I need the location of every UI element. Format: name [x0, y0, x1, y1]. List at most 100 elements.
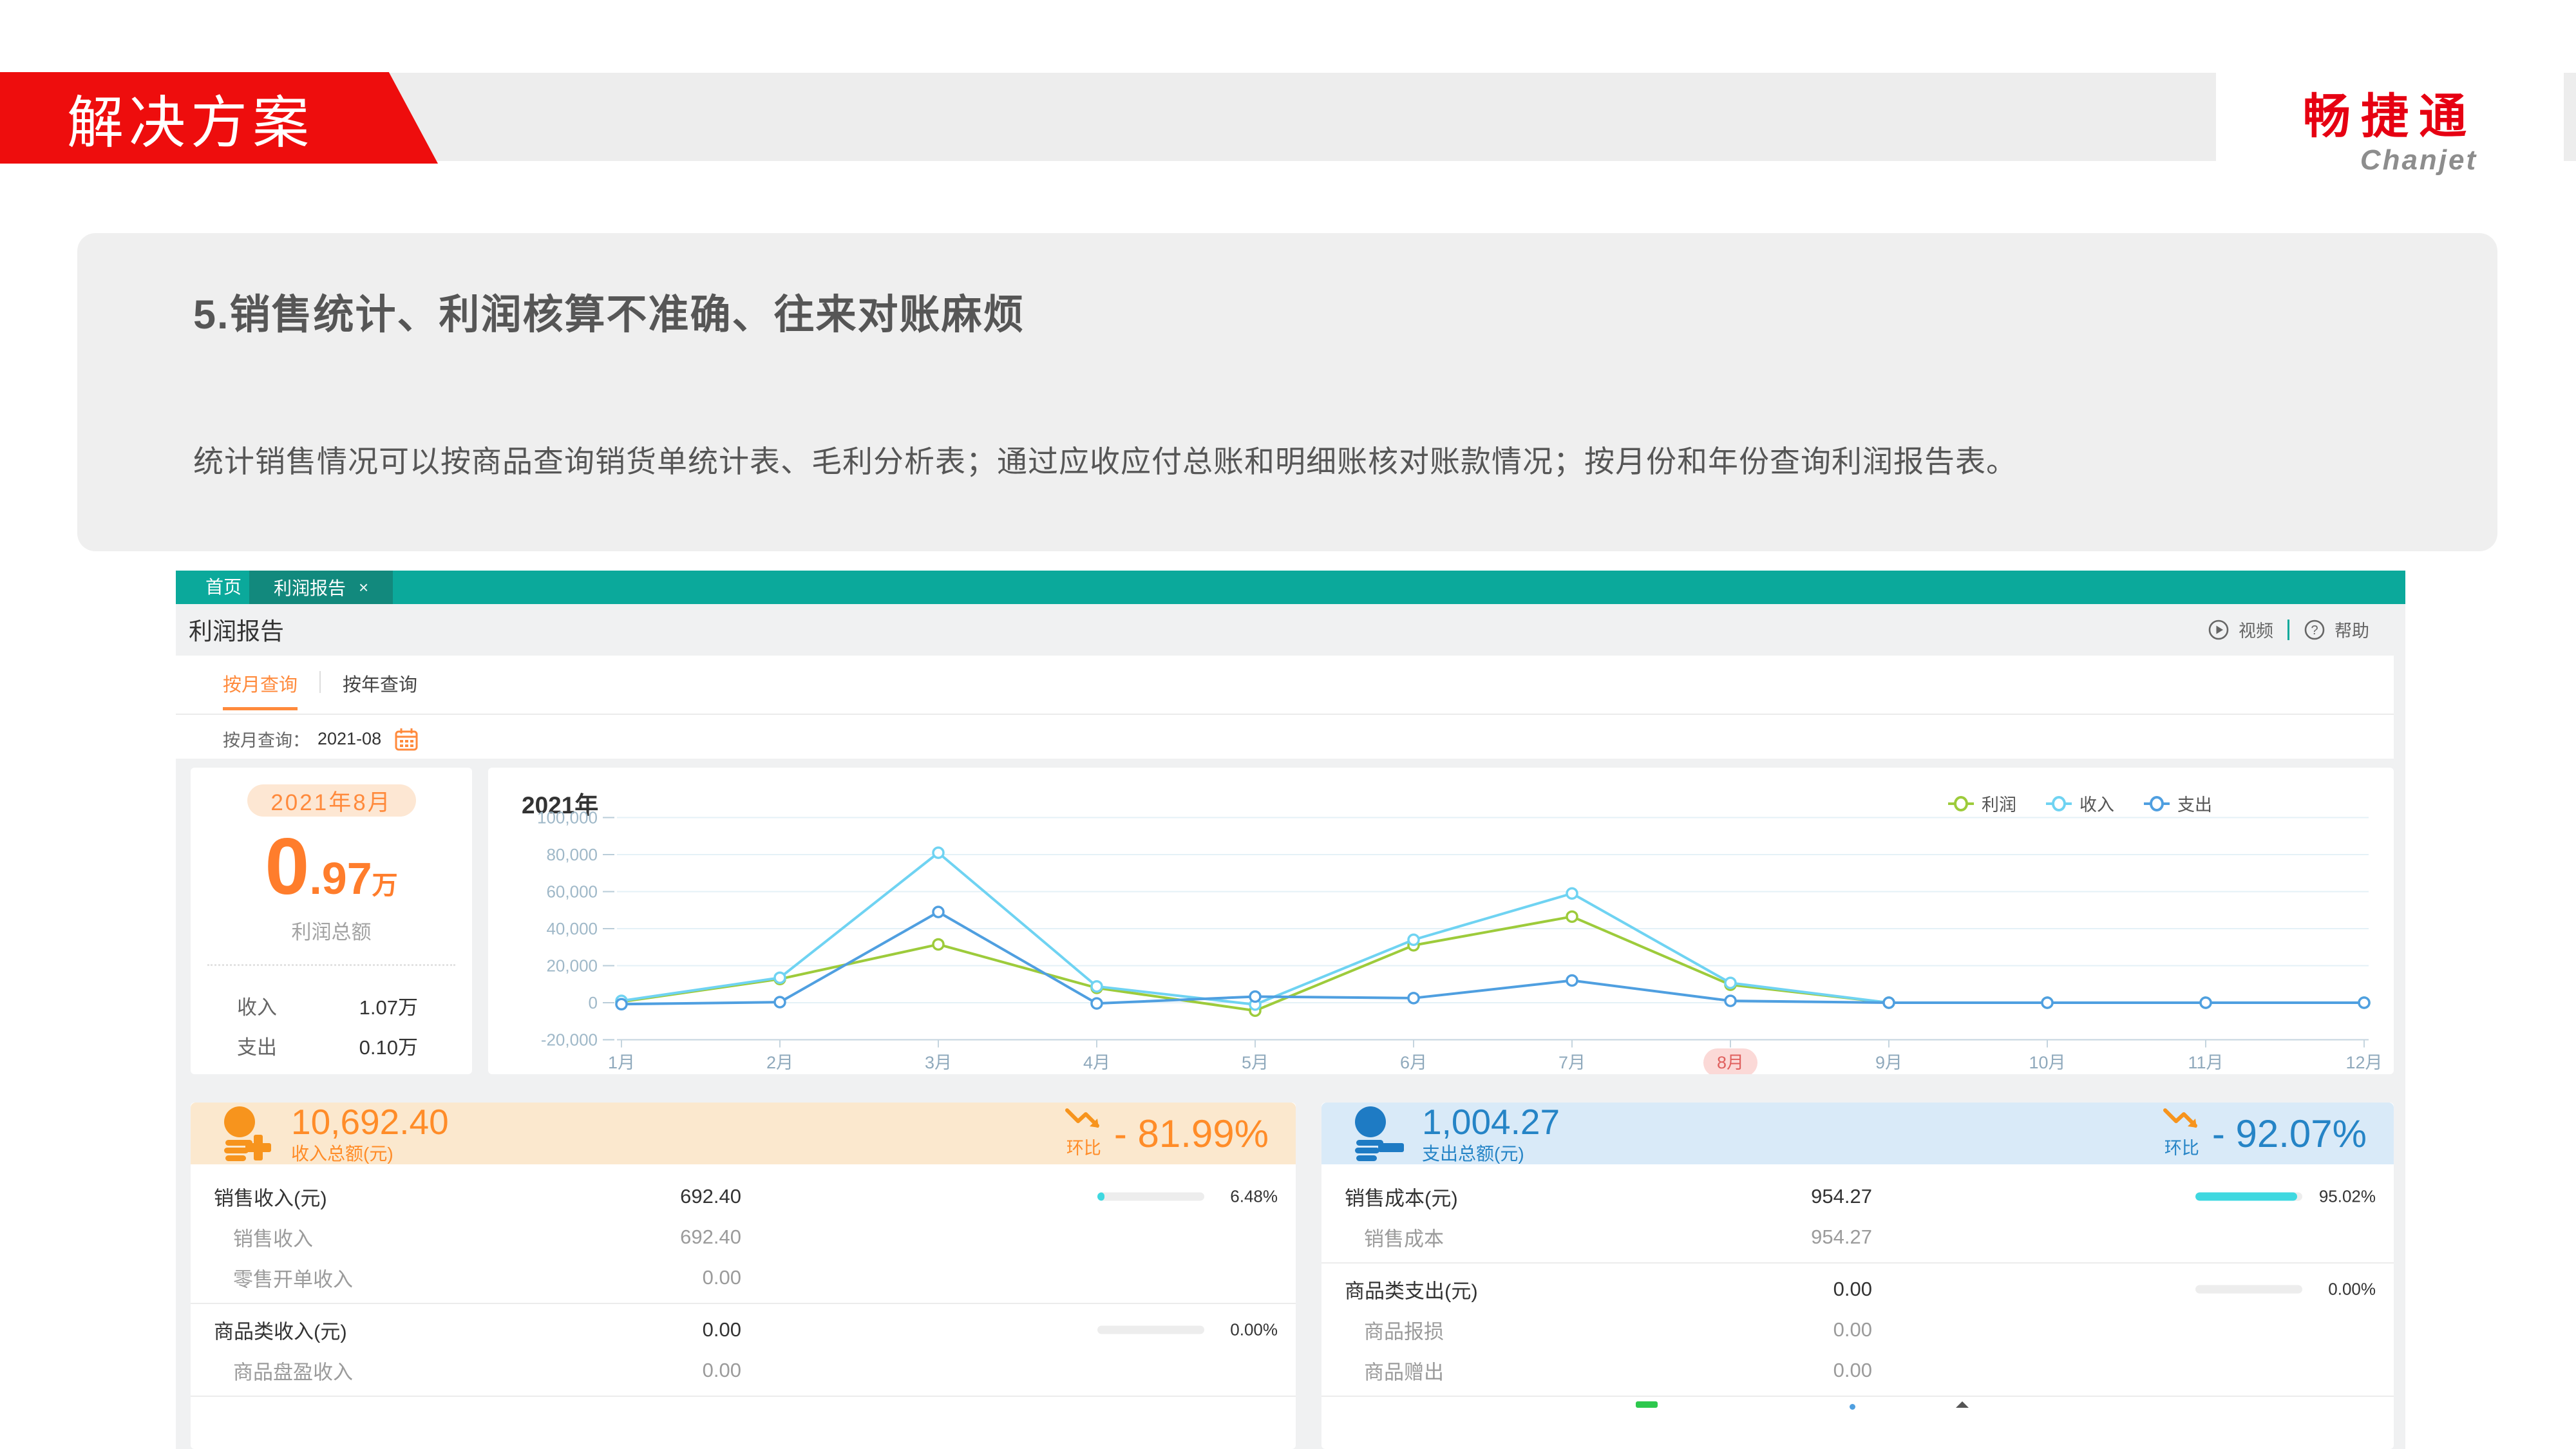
period-badge: 2021年8月	[247, 784, 416, 817]
app-window: 首页 利润报告 × 利润报告 视频 ? 帮助 按月查询 按年查询 按月查询： 2…	[176, 571, 2405, 1449]
expense-mom-value: - 92.07%	[2212, 1112, 2367, 1156]
profit-amount-label: 利润总额	[191, 916, 472, 945]
svg-text:3月: 3月	[925, 1053, 952, 1072]
summary-income-label: 收入	[237, 991, 277, 1020]
income-rows: 销售收入(元)692.406.48%销售收入692.40零售开单收入0.00商品…	[191, 1164, 1296, 1402]
row-label: 商品盘盈收入	[233, 1356, 353, 1385]
row-label: 商品类支出(元)	[1345, 1274, 1478, 1303]
row-value: 0.00	[1734, 1278, 1872, 1301]
row-label: 商品类收入(元)	[214, 1315, 347, 1344]
svg-text:80,000: 80,000	[546, 845, 598, 864]
svg-text:7月: 7月	[1558, 1053, 1586, 1072]
cutoff-green-mark	[1636, 1401, 1658, 1408]
section-banner-label: 解决方案	[67, 77, 314, 159]
row-value: 692.40	[603, 1185, 741, 1208]
row-label: 销售收入(元)	[214, 1182, 327, 1211]
row-label: 销售成本	[1364, 1222, 1444, 1251]
group-divider	[1321, 1262, 2394, 1264]
income-mom-value: - 81.99%	[1114, 1112, 1269, 1156]
cutoff-dark-mark	[1956, 1401, 1969, 1408]
app-tabbar: 首页 利润报告 ×	[176, 571, 2405, 604]
query-strip: 按月查询 按年查询 按月查询： 2021-08	[176, 656, 2394, 759]
toolbar-help-link[interactable]: 帮助	[2334, 617, 2369, 642]
progress-bar	[2195, 1285, 2302, 1293]
svg-text:-20,000: -20,000	[541, 1030, 598, 1050]
svg-text:4月: 4月	[1083, 1053, 1110, 1072]
toolbar: 视频 ? 帮助	[2208, 617, 2369, 642]
summary-income-value: 1.07万	[359, 991, 418, 1020]
page-title: 利润报告	[189, 612, 284, 647]
svg-text:6月: 6月	[1400, 1053, 1427, 1072]
play-circle-icon[interactable]	[2208, 619, 2230, 641]
group-divider	[1321, 1396, 2394, 1397]
toolbar-divider	[2287, 620, 2289, 640]
row-label: 零售开单收入	[233, 1263, 353, 1292]
svg-text:2月: 2月	[766, 1053, 793, 1072]
tab-yearly-query[interactable]: 按年查询	[343, 670, 417, 697]
row-percent: 0.00%	[1209, 1320, 1278, 1340]
profit-amount-unit: 万	[372, 871, 398, 900]
row-value: 0.00	[603, 1318, 741, 1341]
row-value: 692.40	[603, 1226, 741, 1249]
trend-down-icon	[1065, 1108, 1103, 1133]
group-divider	[191, 1396, 1296, 1397]
income-total-label: 收入总额(元)	[291, 1145, 449, 1163]
view-tab-divider	[319, 671, 321, 693]
group-divider	[191, 1303, 1296, 1304]
summary-row-income: 收入 1.07万	[191, 985, 472, 1025]
month-filter-label: 按月查询：	[223, 726, 310, 752]
row-percent: 0.00%	[2307, 1279, 2376, 1299]
intro-box: 5.销售统计、利润核算不准确、往来对账麻烦 统计销售情况可以按商品查询销货单统计…	[77, 233, 2497, 551]
cutoff-blue-mark	[1850, 1404, 1855, 1410]
table-row: 商品类收入(元) 0.00 0.00%	[191, 1309, 1296, 1350]
month-filter-value[interactable]: 2021-08	[317, 729, 381, 749]
month-filter: 按月查询： 2021-08	[223, 726, 419, 752]
income-panel-header: 10,692.40 收入总额(元) 环比 - 81.99%	[191, 1103, 1296, 1164]
svg-text:20,000: 20,000	[546, 956, 598, 976]
nav-tab-profit-report[interactable]: 利润报告 ×	[249, 571, 393, 604]
row-percent: 6.48%	[1209, 1186, 1278, 1206]
row-value: 0.00	[1734, 1359, 1872, 1382]
dotted-divider	[207, 964, 455, 966]
svg-text:60,000: 60,000	[546, 882, 598, 902]
coins-minus-icon	[1349, 1105, 1405, 1162]
toolbar-video-link[interactable]: 视频	[2239, 617, 2273, 642]
row-percent: 95.02%	[2307, 1186, 2376, 1206]
expense-panel: 1,004.27 支出总额(元) 环比 - 92.07% 销售成本(元) 954.…	[1321, 1103, 2394, 1449]
svg-text:11月: 11月	[2188, 1053, 2223, 1072]
row-label: 销售收入	[233, 1222, 313, 1251]
brand-logo-cn: 畅捷通	[2216, 78, 2564, 147]
profit-amount: 0.97万	[191, 827, 472, 907]
svg-text:9月: 9月	[1875, 1053, 1902, 1072]
progress-bar	[1097, 1325, 1204, 1334]
close-icon[interactable]: ×	[359, 578, 368, 598]
expense-total-label: 支出总额(元)	[1422, 1145, 1560, 1163]
help-circle-icon[interactable]: ?	[2304, 619, 2325, 641]
row-label: 销售成本(元)	[1345, 1182, 1458, 1211]
expense-panel-header: 1,004.27 支出总额(元) 环比 - 92.07%	[1321, 1103, 2394, 1164]
expense-rows: 销售成本(元) 954.27 95.02% 销售成本 954.27 商品类支出(元) 0.0…	[1321, 1164, 2394, 1402]
income-mom-label: 环比	[1066, 1134, 1101, 1159]
summary-expense-value: 0.10万	[359, 1031, 418, 1060]
svg-text:?: ?	[2311, 623, 2318, 638]
tab-monthly-query[interactable]: 按月查询	[223, 670, 298, 710]
progress-bar	[1097, 1192, 1204, 1200]
profit-summary-card: 2021年8月 0.97万 利润总额 收入 1.07万 支出 0.10万	[191, 768, 472, 1074]
slide-body-text: 统计销售情况可以按商品查询销货单统计表、毛利分析表；通过应收应付总账和明细账核对…	[193, 437, 2017, 481]
income-total: 10,692.40	[291, 1104, 449, 1140]
slide-heading: 5.销售统计、利润核算不准确、往来对账麻烦	[193, 282, 1025, 341]
progress-bar	[2195, 1192, 2302, 1200]
yearly-trend-chart-card: 2021年 利润收入支出 100,00080,00060,00040,00020…	[488, 768, 2394, 1074]
summary-rows: 收入 1.07万 支出 0.10万	[191, 985, 472, 1065]
trend-down-icon	[2163, 1108, 2201, 1133]
row-label: 商品赠出	[1364, 1356, 1444, 1385]
row-value: 954.27	[1734, 1185, 1872, 1208]
calendar-icon[interactable]	[394, 727, 419, 752]
income-panel: 10,692.40 收入总额(元) 环比 - 81.99% 销售收入(元) 692…	[191, 1103, 1296, 1449]
row-value: 0.00	[603, 1266, 741, 1289]
svg-text:12月: 12月	[2345, 1053, 2382, 1072]
row-value: 954.27	[1734, 1226, 1872, 1249]
svg-text:8月: 8月	[1717, 1053, 1744, 1072]
svg-text:0: 0	[589, 993, 598, 1012]
summary-expense-label: 支出	[237, 1031, 277, 1060]
